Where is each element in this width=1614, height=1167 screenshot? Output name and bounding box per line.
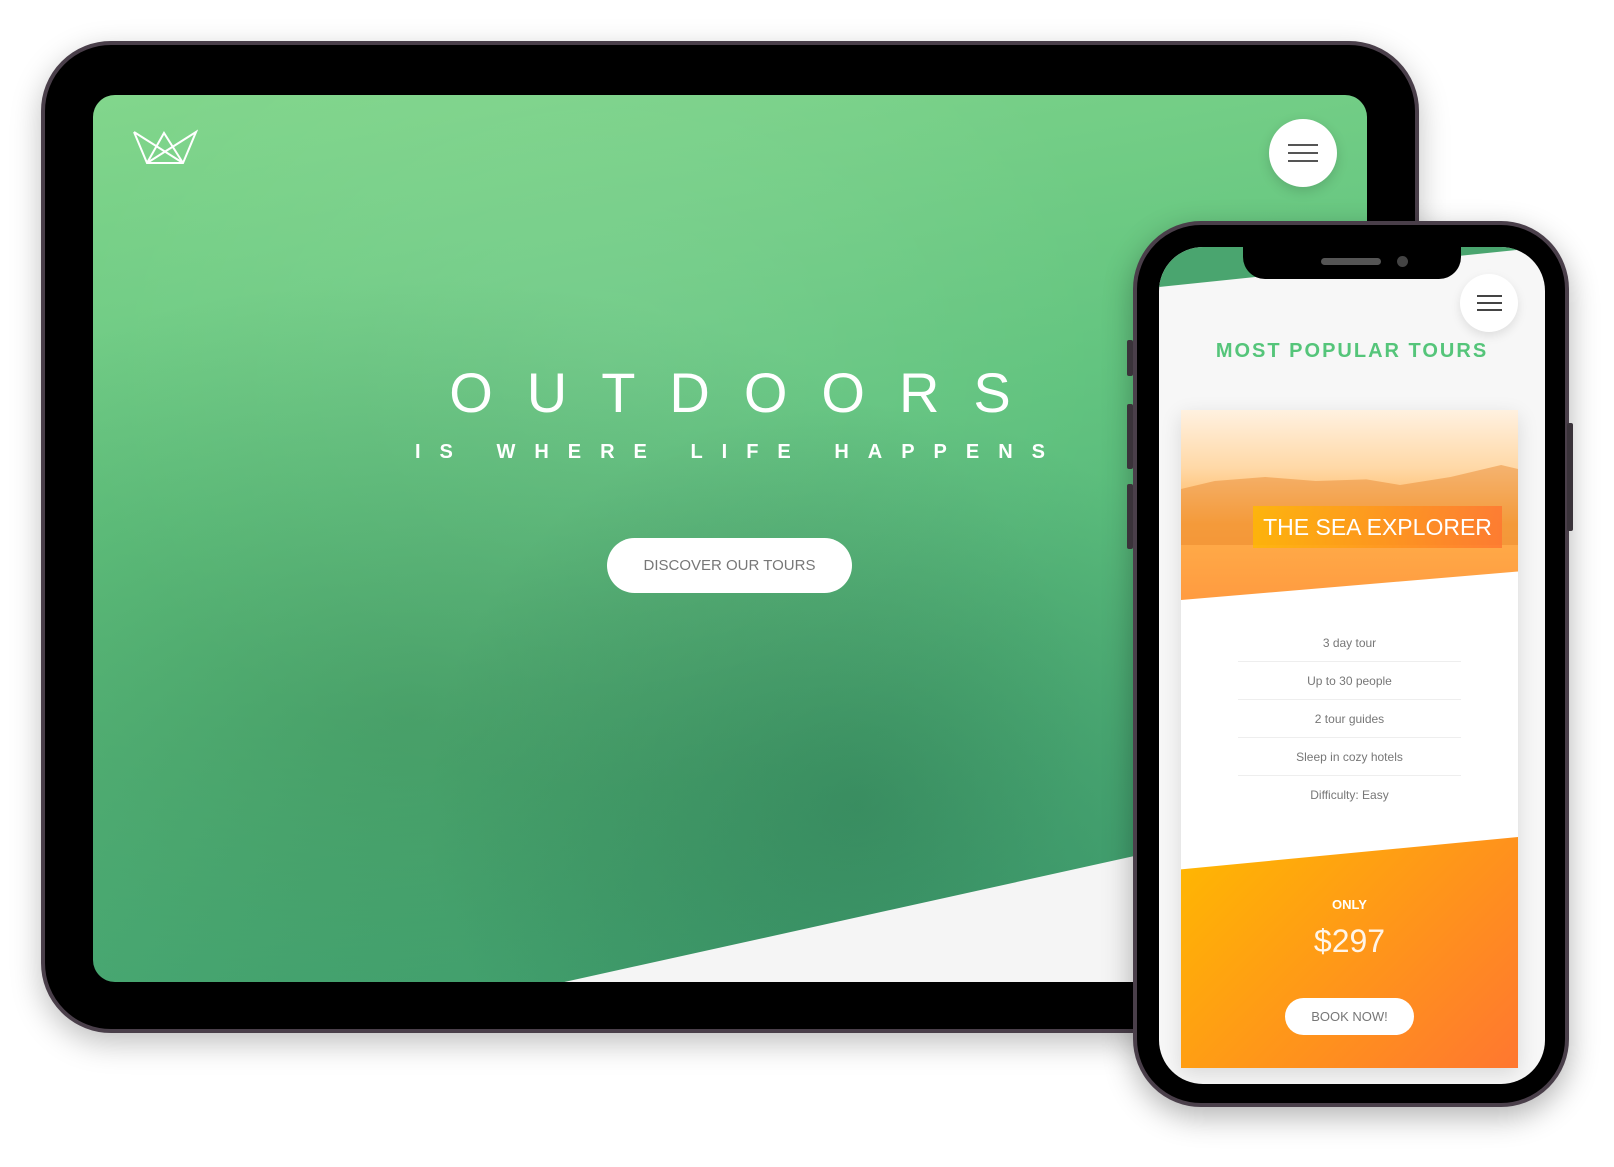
menu-button[interactable]	[1460, 274, 1518, 332]
menu-button[interactable]	[1269, 119, 1337, 187]
camera-icon	[1397, 256, 1408, 267]
phone-power-button	[1567, 423, 1573, 531]
list-item: Sleep in cozy hotels	[1238, 738, 1461, 776]
phone-volume-up	[1127, 404, 1133, 469]
phone-screen: MOST POPULAR TOURS THE SEA EXPLORER 3 da…	[1159, 247, 1545, 1084]
speaker-icon	[1321, 258, 1381, 265]
list-item: Difficulty: Easy	[1310, 788, 1389, 802]
hamburger-icon	[1288, 144, 1318, 146]
hamburger-icon-line	[1288, 160, 1318, 162]
list-item: 2 tour guides	[1238, 700, 1461, 738]
price-value: $297	[1313, 923, 1386, 959]
hamburger-icon-line	[1476, 309, 1502, 311]
tour-card: THE SEA EXPLORER 3 day tour Up to 30 peo…	[1181, 410, 1518, 1068]
tour-details-list: 3 day tour Up to 30 people 2 tour guides…	[1238, 624, 1461, 814]
book-now-button[interactable]: BOOK NOW!	[1285, 998, 1414, 1035]
phone-notch	[1243, 247, 1461, 279]
hamburger-icon	[1476, 295, 1502, 297]
hamburger-icon-line	[1476, 302, 1502, 304]
phone-volume-down	[1127, 484, 1133, 549]
crown-logo-icon[interactable]	[132, 129, 198, 166]
discover-tours-button[interactable]: DISCOVER OUR TOURS	[607, 538, 852, 593]
price-label: ONLY	[1332, 897, 1367, 912]
list-item: 3 day tour	[1238, 624, 1461, 662]
hamburger-icon-line	[1288, 152, 1318, 154]
phone-mute-switch	[1127, 340, 1133, 376]
section-title: MOST POPULAR TOURS	[1215, 340, 1489, 362]
list-item: Up to 30 people	[1238, 662, 1461, 700]
tour-card-image	[1181, 410, 1518, 600]
tour-name: THE SEA EXPLORER	[1253, 506, 1502, 548]
